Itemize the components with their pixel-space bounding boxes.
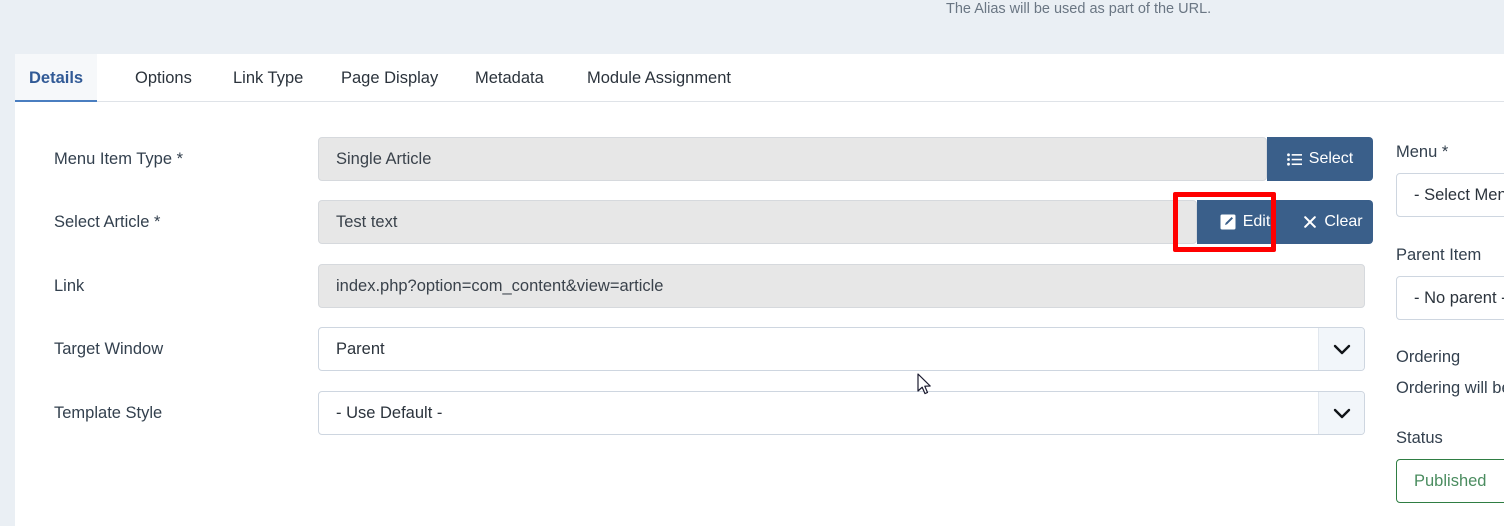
link-label: Link (54, 276, 85, 295)
chevron-down-icon[interactable] (1318, 392, 1364, 434)
template-style-label: Template Style (54, 403, 163, 422)
link-input[interactable]: index.php?option=com_content&view=articl… (318, 264, 1365, 308)
top-help-strip: The Alias will be used as part of the UR… (0, 0, 1504, 54)
tab-bar: Details Options Link Type Page Display M… (15, 54, 1504, 103)
clear-button-label: Clear (1324, 213, 1363, 230)
pencil-square-icon (1220, 214, 1236, 230)
menu-item-type-label: Menu Item Type * (54, 149, 184, 168)
tab-module-assignment[interactable]: Module Assignment (573, 54, 745, 102)
details-form: Menu Item Type * Single Article Select S… (15, 102, 1385, 526)
field-row-link: Link index.php?option=com_content&view=a… (15, 264, 1385, 308)
edit-button-label: Edit (1242, 213, 1271, 230)
status-select[interactable]: Published (1396, 459, 1504, 503)
menu-item-edit-screen: The Alias will be used as part of the UR… (0, 0, 1504, 526)
alias-help-text: The Alias will be used as part of the UR… (946, 1, 1212, 17)
select-article-label: Select Article * (54, 212, 161, 231)
target-window-select[interactable]: Parent (318, 327, 1365, 371)
menu-label: Menu * (1396, 143, 1449, 161)
select-menu-item-type-button[interactable]: Select (1267, 137, 1373, 181)
field-row-target-window: Target Window Parent (15, 327, 1385, 371)
parent-item-select[interactable]: - No parent - (1396, 276, 1504, 320)
clear-article-button[interactable]: Clear (1293, 200, 1373, 244)
menu-item-type-input[interactable]: Single Article (318, 137, 1267, 181)
close-x-icon (1303, 215, 1317, 229)
target-window-label: Target Window (54, 339, 164, 358)
chevron-down-icon[interactable] (1318, 328, 1364, 370)
field-row-template-style: Template Style - Use Default - (15, 391, 1385, 435)
parent-item-label: Parent Item (1396, 246, 1482, 264)
tab-metadata[interactable]: Metadata (461, 54, 558, 102)
list-icon (1286, 152, 1302, 167)
menu-select[interactable]: - Select Menu - (1396, 173, 1504, 217)
right-sidebar: Menu * - Select Menu - Parent Item - No … (1385, 102, 1504, 526)
tab-link-type[interactable]: Link Type (219, 54, 317, 102)
ordering-note: Ordering will be available after saving. (1396, 379, 1504, 397)
tab-details[interactable]: Details (15, 54, 98, 103)
status-label: Status (1396, 429, 1443, 447)
field-row-select-article: Select Article * Test text Edit Clear (15, 200, 1385, 244)
edit-article-button[interactable]: Edit (1197, 200, 1293, 244)
left-rail (0, 54, 15, 526)
select-article-input[interactable]: Test text (318, 200, 1197, 244)
tab-options[interactable]: Options (121, 54, 206, 102)
tab-page-display[interactable]: Page Display (327, 54, 452, 102)
field-row-menu-item-type: Menu Item Type * Single Article Select (15, 137, 1385, 181)
ordering-label: Ordering (1396, 348, 1461, 366)
select-button-label: Select (1308, 150, 1354, 167)
template-style-select[interactable]: - Use Default - (318, 391, 1365, 435)
